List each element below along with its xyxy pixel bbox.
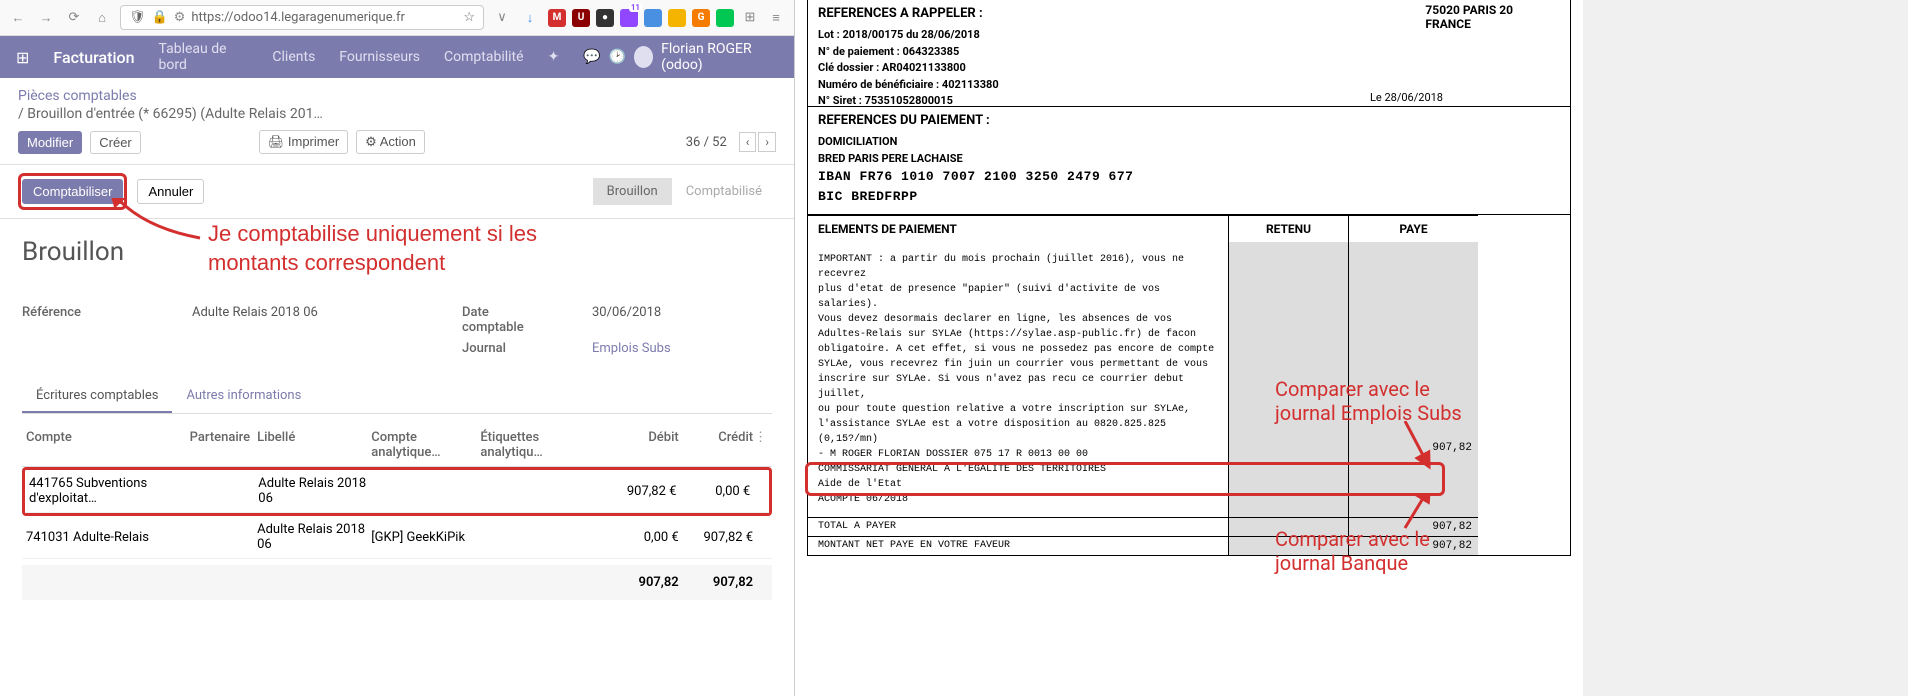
print-button[interactable]: 🖨 Imprimer <box>259 130 348 154</box>
th-label: Libellé <box>257 430 371 460</box>
ref-label: Référence <box>22 305 112 335</box>
annotation-arrow <box>1375 493 1435 533</box>
totals-row: 907,82 907,82 <box>22 565 772 600</box>
kebab-icon[interactable]: ⋮ <box>753 430 768 460</box>
pdf-payrefs-body: DOMICILIATION BRED PARIS PERE LACHAISE I… <box>808 132 1570 214</box>
journal-value[interactable]: Emplois Subs <box>592 341 671 356</box>
address-block: 75020 PARIS 20 FRANCE <box>1425 3 1513 31</box>
url-text: https://odoo14.legaragenumerique.fr <box>191 10 405 25</box>
pager-count: 36 / 52 <box>686 135 727 150</box>
ext-twitch-icon[interactable]: 11 <box>620 9 638 27</box>
pdf-payrefs-title: REFERENCES DU PAIEMENT : <box>808 107 1570 132</box>
menu-dashboard[interactable]: Tableau de bord <box>159 41 249 73</box>
extension-icons: M U ● 11 G ⊞ ≡ <box>548 8 786 28</box>
annotation-arrow <box>105 198 205 258</box>
th-tags: Étiquettes analytiqu… <box>480 430 594 460</box>
menu-accounting[interactable]: Comptabilité <box>444 49 524 65</box>
star-icon[interactable]: ☆ <box>463 10 475 25</box>
status-posted: Comptabilisé <box>672 178 776 205</box>
library-icon[interactable]: ⊞ <box>740 8 760 28</box>
back-icon[interactable]: ← <box>8 8 28 28</box>
cell-credit: 0,00 € <box>676 484 750 499</box>
pdf-body-text: IMPORTANT : a partir du mois prochain (j… <box>808 242 1228 517</box>
user-name[interactable]: Florian ROGER (odoo) <box>661 41 778 73</box>
status-bar: Brouillon Comptabilisé <box>593 178 776 205</box>
forward-icon[interactable]: → <box>36 8 56 28</box>
cell-label: Adulte Relais 2018 06 <box>258 476 371 506</box>
th-partner: Partenaire <box>190 430 257 460</box>
browser-chrome: ← → ⟳ ⌂ 🛡 🔒 ⚙ https://odoo14.legaragenum… <box>0 0 794 36</box>
menu-clients[interactable]: Clients <box>272 49 315 65</box>
download-icon[interactable]: ↓ <box>520 8 540 28</box>
pdf-date: Le 28/06/2018 <box>1370 91 1443 104</box>
avatar <box>634 46 653 68</box>
breadcrumb-current: / Brouillon d'entrée (* 66295) (Adulte R… <box>18 106 776 122</box>
action-button[interactable]: ⚙ Action <box>356 130 425 154</box>
ext-icon[interactable]: U <box>572 9 590 27</box>
date-value: 30/06/2018 <box>592 305 661 335</box>
total-credit: 907,82 <box>679 575 753 590</box>
annotation-text: Je comptabilise uniquement si les montan… <box>208 220 537 277</box>
table-row[interactable]: 741031 Adulte-Relais Adulte Relais 2018 … <box>22 516 772 559</box>
col-paye: PAYE <box>1348 215 1478 242</box>
ext-icon[interactable] <box>716 9 734 27</box>
plus-icon[interactable]: ✦ <box>548 49 560 65</box>
reload-icon[interactable]: ⟳ <box>64 8 84 28</box>
activity-icon[interactable]: 🕑 <box>609 49 626 65</box>
shield-icon: 🛡 <box>129 10 146 25</box>
pdf-refs-body: Lot : 2018/00175 du 28/06/2018 N° de pai… <box>808 25 1570 118</box>
pager-next[interactable]: › <box>758 132 776 152</box>
cell-label: Adulte Relais 2018 06 <box>257 522 371 552</box>
ext-icon[interactable]: G <box>692 9 710 27</box>
cell-debit: 907,82 € <box>593 484 677 499</box>
url-bar[interactable]: 🛡 🔒 ⚙ https://odoo14.legaragenumerique.f… <box>120 5 484 30</box>
net-value: 907,82 <box>1348 536 1478 555</box>
pocket-icon[interactable]: ∨ <box>492 8 512 28</box>
home-icon[interactable]: ⌂ <box>92 8 112 28</box>
ext-icon[interactable] <box>644 9 662 27</box>
date-label: Date comptable <box>462 305 552 335</box>
th-credit: Crédit <box>679 430 753 460</box>
col-retenu: RETENU <box>1228 215 1348 242</box>
app-name: Facturation <box>53 48 134 67</box>
net-label: MONTANT NET PAYE EN VOTRE FAVEUR <box>808 536 1228 555</box>
cell-debit: 0,00 € <box>594 530 678 545</box>
lock-icon: 🔒 <box>152 10 168 25</box>
ext-icon[interactable]: M <box>548 9 566 27</box>
create-button[interactable]: Créer <box>90 131 141 154</box>
pdf-elements-title: ELEMENTS DE PAIEMENT <box>808 215 1228 242</box>
cell-analytic: [GKP] GeekKiPik <box>371 530 480 545</box>
pager-prev[interactable]: ‹ <box>739 132 757 152</box>
cell-credit: 907,82 € <box>679 530 753 545</box>
permissions-icon: ⚙ <box>174 10 186 25</box>
th-debit: Débit <box>594 430 678 460</box>
cell-account: 441765 Subventions d'exploitat… <box>29 476 191 506</box>
ext-icon[interactable]: ● <box>596 9 614 27</box>
chat-icon[interactable]: 💬 <box>583 49 600 65</box>
menu-suppliers[interactable]: Fournisseurs <box>339 49 420 65</box>
th-analytic: Compte analytique… <box>371 430 480 460</box>
ref-value: Adulte Relais 2018 06 <box>192 305 318 335</box>
apps-icon[interactable]: ⊞ <box>16 48 29 67</box>
total-label: TOTAL A PAYER <box>808 517 1228 536</box>
journal-label: Journal <box>462 341 552 356</box>
breadcrumb-parent[interactable]: Pièces comptables <box>18 88 776 104</box>
app-header: ⊞ Facturation Tableau de bord Clients Fo… <box>0 36 794 78</box>
edit-button[interactable]: Modifier <box>18 131 82 154</box>
entries-table: Compte Partenaire Libellé Compte analyti… <box>22 424 772 600</box>
total-debit: 907,82 <box>594 575 678 590</box>
highlight-box: 441765 Subventions d'exploitat… Adulte R… <box>22 467 772 516</box>
table-row[interactable]: 441765 Subventions d'exploitat… Adulte R… <box>25 470 769 513</box>
ext-icon[interactable] <box>668 9 686 27</box>
paye-acompte: 907,82 <box>1432 442 1472 454</box>
tab-other[interactable]: Autres informations <box>172 380 315 413</box>
status-draft: Brouillon <box>593 178 672 205</box>
cell-account: 741031 Adulte-Relais <box>26 530 190 545</box>
tab-entries[interactable]: Écritures comptables <box>22 380 172 413</box>
th-account: Compte <box>26 430 190 460</box>
menu-icon[interactable]: ≡ <box>766 8 786 28</box>
annotation-arrow <box>1375 421 1435 471</box>
